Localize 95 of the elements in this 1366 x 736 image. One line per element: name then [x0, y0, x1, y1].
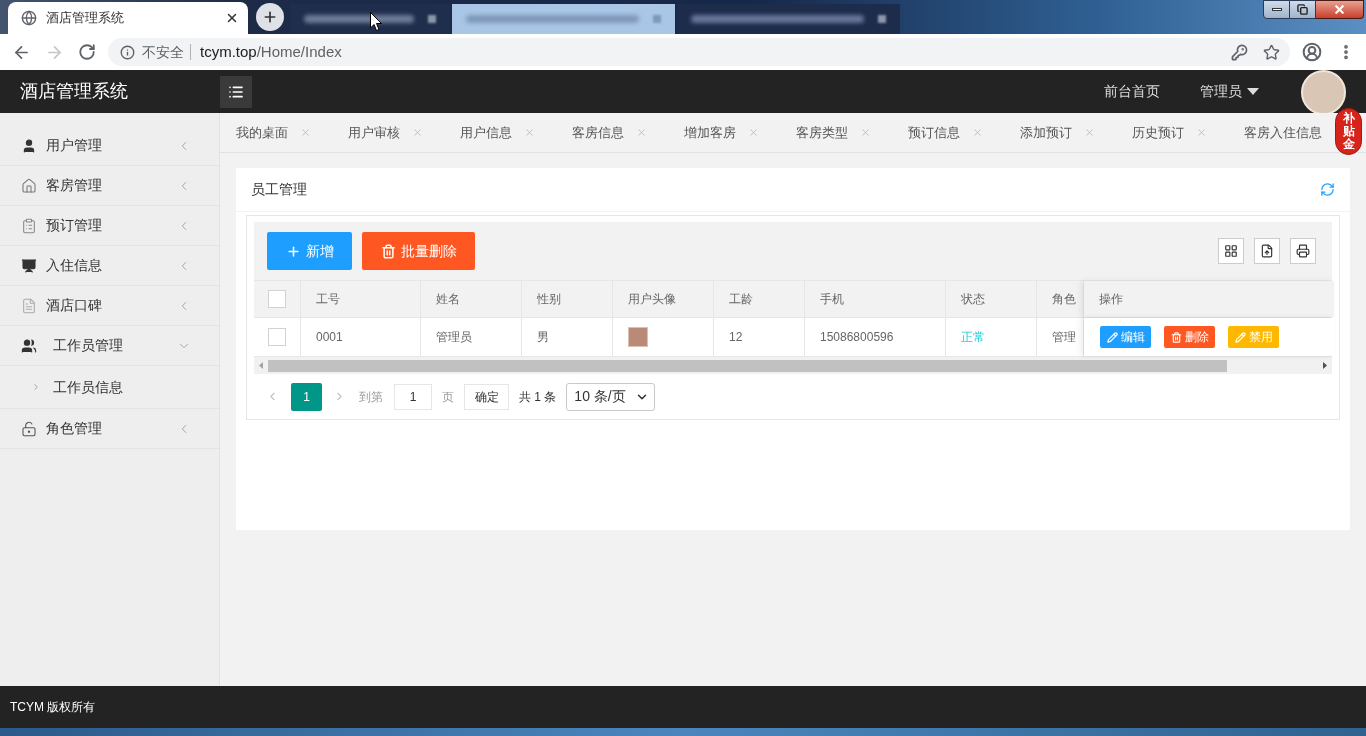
page-tab[interactable]: 用户审核	[348, 122, 460, 143]
print-button[interactable]	[1290, 238, 1316, 264]
star-icon[interactable]	[1263, 43, 1280, 61]
column-header: 手机	[805, 281, 946, 317]
presentation-board-icon	[21, 257, 37, 274]
app-title: 酒店管理系统	[19, 80, 129, 103]
info-icon	[120, 44, 135, 60]
restore-icon	[1297, 4, 1308, 15]
people-icon	[21, 337, 37, 354]
sidebar-item[interactable]: 酒店口碑	[0, 286, 219, 326]
reload-icon[interactable]	[78, 43, 96, 61]
caret-icon	[1247, 88, 1259, 95]
total-count: 共 1 条	[519, 388, 557, 406]
table-cell: 0001	[301, 318, 421, 356]
restore-button[interactable]	[1290, 0, 1316, 19]
nav-link[interactable]: 前台首页	[1104, 81, 1160, 102]
pencil-icon	[1106, 331, 1118, 343]
document-icon	[21, 297, 37, 314]
horizontal-scrollbar[interactable]	[254, 357, 1332, 374]
table-cell: 管理员	[421, 318, 522, 356]
blurred-browser-tab[interactable]	[677, 4, 900, 34]
address-bar[interactable]: 不安全 tcym.top/Home/Index	[108, 38, 1290, 66]
close-icon	[1333, 3, 1346, 16]
avatar-thumbnail	[628, 327, 648, 347]
close-window-button[interactable]	[1316, 0, 1364, 19]
scroll-left-icon[interactable]	[259, 362, 263, 369]
globe-icon	[21, 10, 37, 26]
blurred-browser-tab[interactable]	[452, 4, 675, 34]
plus-icon	[285, 243, 301, 259]
sidebar-item[interactable]: 角色管理	[0, 409, 219, 449]
key-icon[interactable]	[1231, 43, 1248, 61]
column-header: 工号	[301, 281, 421, 317]
sidebar-subitem[interactable]: 工作员信息	[0, 366, 219, 409]
cursor-icon	[370, 12, 382, 31]
goto-label: 到第	[359, 388, 383, 406]
column-header: 工龄	[714, 281, 805, 317]
sidebar-item[interactable]: 预订管理	[0, 206, 219, 246]
column-header: 姓名	[421, 281, 522, 317]
confirm-button[interactable]: 确定	[464, 383, 509, 410]
row-checkbox[interactable]	[268, 328, 286, 346]
page-tab[interactable]: 客房入住信息	[1244, 122, 1322, 143]
status-cell: 正常	[946, 318, 1037, 356]
scroll-right-icon[interactable]	[1323, 362, 1327, 369]
table-cell: 男	[522, 318, 613, 356]
user-menu-link[interactable]: 管理员	[1200, 81, 1259, 102]
clipboard-icon	[21, 217, 37, 234]
security-label: 不安全	[142, 42, 184, 62]
card-title: 员工管理	[251, 180, 307, 199]
account-icon[interactable]	[1302, 42, 1322, 62]
grid-icon	[1224, 244, 1238, 258]
sidebar-item[interactable]: 工作员管理	[0, 326, 219, 366]
copyright-text: TCYM 版权所有	[10, 699, 96, 716]
page-tab[interactable]: 用户信息	[460, 122, 572, 143]
export-button[interactable]	[1254, 238, 1280, 264]
close-icon[interactable]	[225, 11, 239, 25]
trash-icon	[1170, 331, 1182, 343]
url-text: tcym.top/Home/Index	[200, 41, 342, 62]
person-icon	[21, 137, 37, 154]
chevron-right-icon	[31, 382, 41, 392]
house-icon	[21, 177, 37, 194]
trash-icon	[380, 243, 396, 259]
scrollbar-thumb[interactable]	[268, 359, 1227, 372]
sidebar-item[interactable]: 客房管理	[0, 166, 219, 206]
table-cell: 12	[714, 318, 805, 356]
page-label: 页	[442, 388, 454, 406]
page-tab[interactable]: 历史预订	[1132, 122, 1244, 143]
sidebar-item[interactable]: 入住信息	[0, 246, 219, 286]
page-tab[interactable]: 添加预订	[1020, 122, 1132, 143]
page-tab[interactable]: 我的桌面	[236, 122, 348, 143]
refresh-icon[interactable]	[1320, 182, 1335, 197]
page-tab[interactable]: 客房信息	[572, 122, 684, 143]
page-number-button[interactable]: 1	[291, 382, 322, 411]
menu-toggle-button[interactable]	[220, 75, 252, 108]
column-header: 用户头像	[613, 281, 714, 317]
plus-icon	[262, 9, 278, 25]
column-header: 状态	[946, 281, 1037, 317]
export-icon	[1260, 244, 1274, 258]
page-tab[interactable]: 预订信息	[908, 122, 1020, 143]
browser-tab[interactable]: 酒店管理系统	[8, 2, 248, 34]
page-tab[interactable]: 客房类型	[796, 122, 908, 143]
select-all-checkbox[interactable]	[268, 290, 286, 308]
printer-icon	[1296, 244, 1310, 258]
goto-page-input[interactable]: 1	[394, 383, 432, 410]
new-tab-button[interactable]	[256, 3, 284, 31]
sidebar-item[interactable]: 用户管理	[0, 126, 219, 166]
columns-button[interactable]	[1218, 238, 1244, 264]
padlock-icon	[21, 420, 37, 437]
pencil-icon	[1234, 331, 1246, 343]
page-size-select[interactable]: 10 条/页	[566, 382, 656, 411]
blurred-browser-tab[interactable]	[290, 4, 450, 34]
minimize-button[interactable]	[1263, 0, 1290, 19]
page-tab[interactable]: 增加客房	[684, 122, 796, 143]
column-header: 性别	[522, 281, 613, 317]
table-cell: 15086800596	[805, 318, 946, 356]
column-header: 操作	[1084, 281, 1334, 317]
